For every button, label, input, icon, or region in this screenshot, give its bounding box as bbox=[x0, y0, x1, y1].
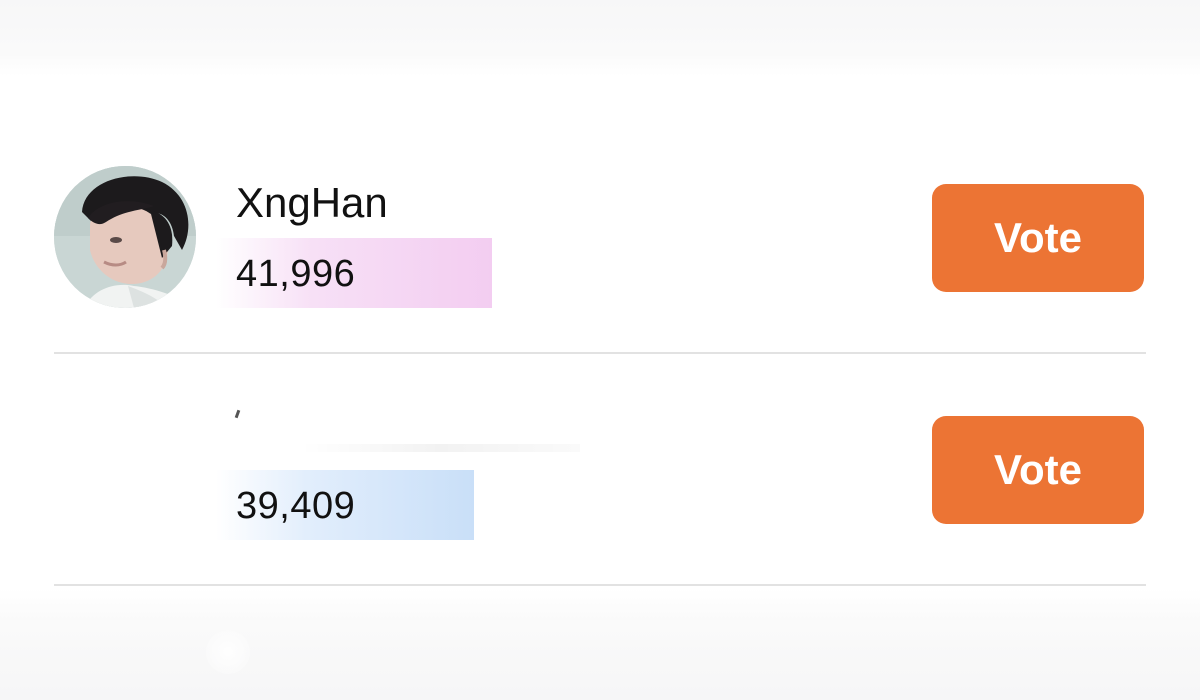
vote-count-bar: 41,996 bbox=[216, 238, 492, 308]
vote-count: 41,996 bbox=[236, 253, 356, 295]
bottom-fade-band bbox=[0, 588, 1200, 700]
faded-name-mark bbox=[234, 409, 241, 419]
divider bbox=[54, 584, 1146, 586]
top-fade-band bbox=[0, 0, 1200, 76]
vote-button[interactable]: Vote bbox=[932, 416, 1144, 524]
vote-count: 39,409 bbox=[236, 485, 356, 527]
vote-button[interactable]: Vote bbox=[932, 184, 1144, 292]
avatar-photo bbox=[54, 166, 196, 308]
faded-avatar-hint bbox=[206, 630, 250, 674]
faded-name-strip bbox=[300, 444, 580, 452]
leaderboard-row: 39,409 Vote bbox=[0, 354, 1200, 586]
avatar[interactable] bbox=[54, 166, 196, 308]
vote-count-bar: 39,409 bbox=[216, 470, 474, 540]
entry-name: XngHan bbox=[236, 179, 388, 226]
leaderboard-row: XngHan 41,996 Vote bbox=[0, 122, 1200, 354]
